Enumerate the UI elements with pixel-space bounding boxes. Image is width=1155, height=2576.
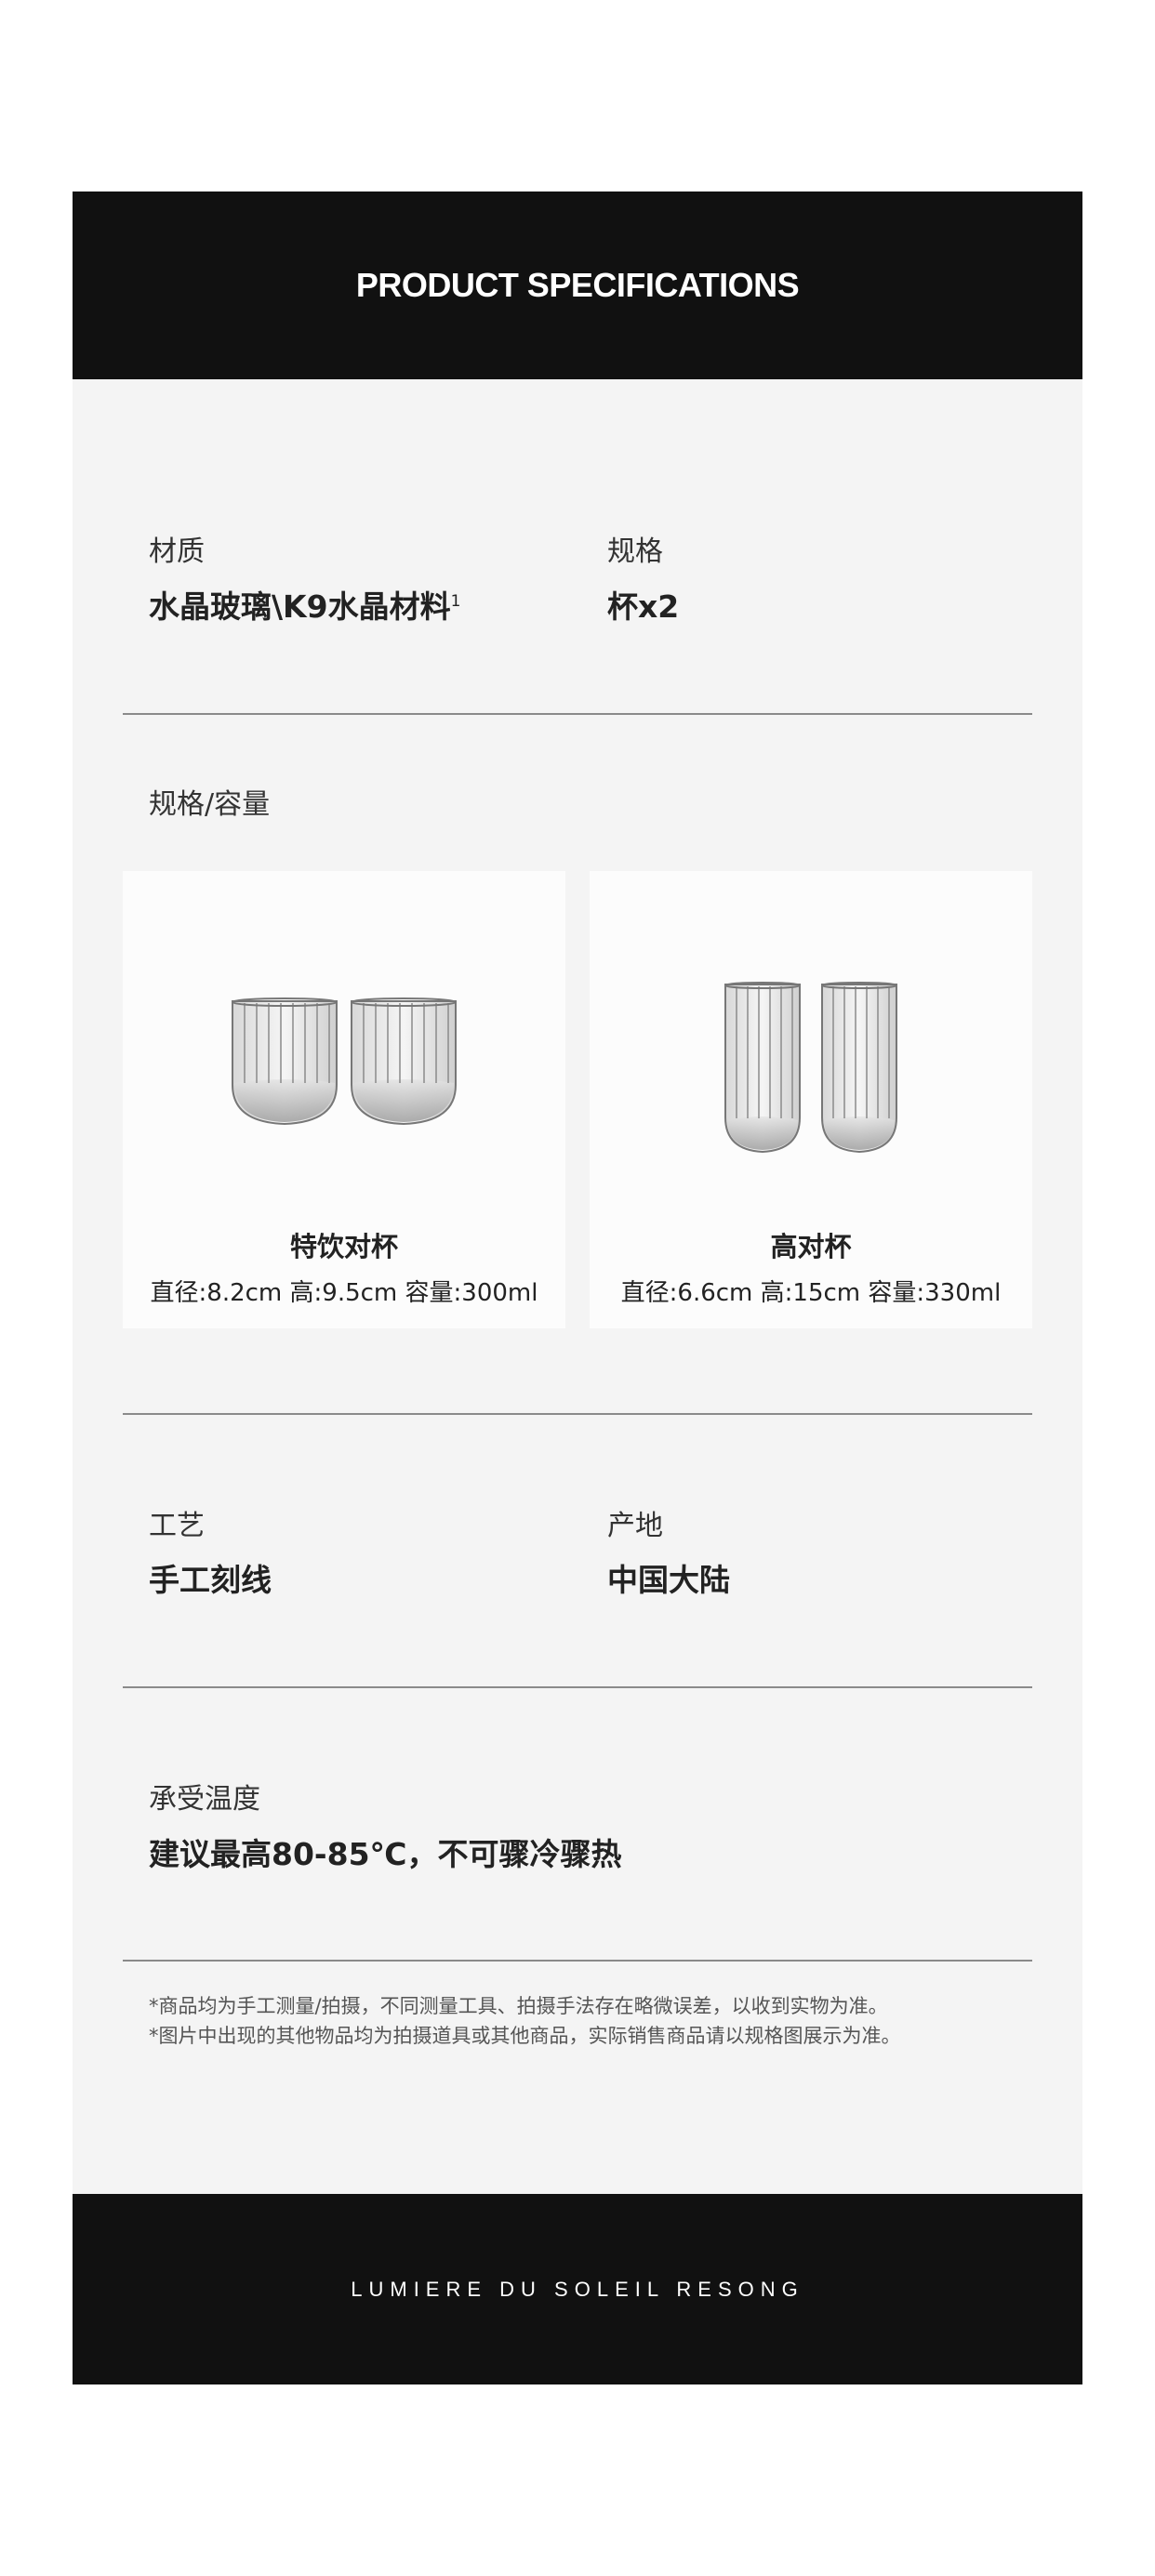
product-dimensions: 直径:8.2cm 高:9.5cm 容量:300ml (150, 1279, 538, 1307)
disclaimer-note: *图片中出现的其他物品均为拍摄道具或其他商品，实际销售商品请以规格图展示为准。 (149, 2025, 901, 2047)
divider (123, 1960, 1032, 1962)
capacity-label: 规格/容量 (149, 788, 271, 821)
origin-value: 中国大陆 (607, 1562, 730, 1598)
tall-glass-right (821, 982, 897, 1154)
tall-glass-pair-image (724, 982, 897, 1154)
temperature-value: 建议最高80-85℃，不可骤冷骤热 (149, 1836, 622, 1872)
spec-value: 杯x2 (607, 588, 680, 625)
tumbler-left (232, 997, 338, 1126)
disclaimer-note: *商品均为手工测量/拍摄，不同测量工具、拍摄手法存在略微误差，以收到实物为准。 (149, 1995, 888, 2017)
product-name: 特饮对杯 (289, 1231, 398, 1262)
divider (123, 1686, 1032, 1688)
divider (123, 1413, 1032, 1415)
footer-band: LUMIERE DU SOLEIL RESONG (73, 2194, 1082, 2384)
craft-value: 手工刻线 (149, 1562, 272, 1598)
header-band: PRODUCT SPECIFICATIONS (73, 192, 1082, 379)
material-value-text: 水晶玻璃\K9水晶材料 (149, 588, 451, 625)
tall-glass-left (724, 982, 801, 1154)
divider (123, 713, 1032, 715)
brand-tagline: LUMIERE DU SOLEIL RESONG (351, 2277, 804, 2301)
short-tumbler-pair-image (232, 997, 457, 1126)
tumbler-right (351, 997, 457, 1126)
material-value: 水晶玻璃\K9水晶材料1 (149, 582, 460, 627)
craft-label: 工艺 (149, 1510, 205, 1542)
product-name: 高对杯 (770, 1231, 852, 1262)
material-footnote: 1 (450, 592, 461, 611)
spec-card: PRODUCT SPECIFICATIONS 材质 水晶玻璃\K9水晶材料1 规… (73, 192, 1082, 2384)
page-title: PRODUCT SPECIFICATIONS (355, 266, 800, 304)
product-tile-tall: 高对杯 直径:6.6cm 高:15cm 容量:330ml (590, 871, 1032, 1328)
temperature-label: 承受温度 (149, 1783, 260, 1816)
product-tile-short: 特饮对杯 直径:8.2cm 高:9.5cm 容量:300ml (123, 871, 565, 1328)
material-label: 材质 (149, 535, 205, 568)
spec-label: 规格 (607, 535, 663, 568)
product-dimensions: 直径:6.6cm 高:15cm 容量:330ml (620, 1279, 1002, 1307)
origin-label: 产地 (607, 1510, 663, 1542)
